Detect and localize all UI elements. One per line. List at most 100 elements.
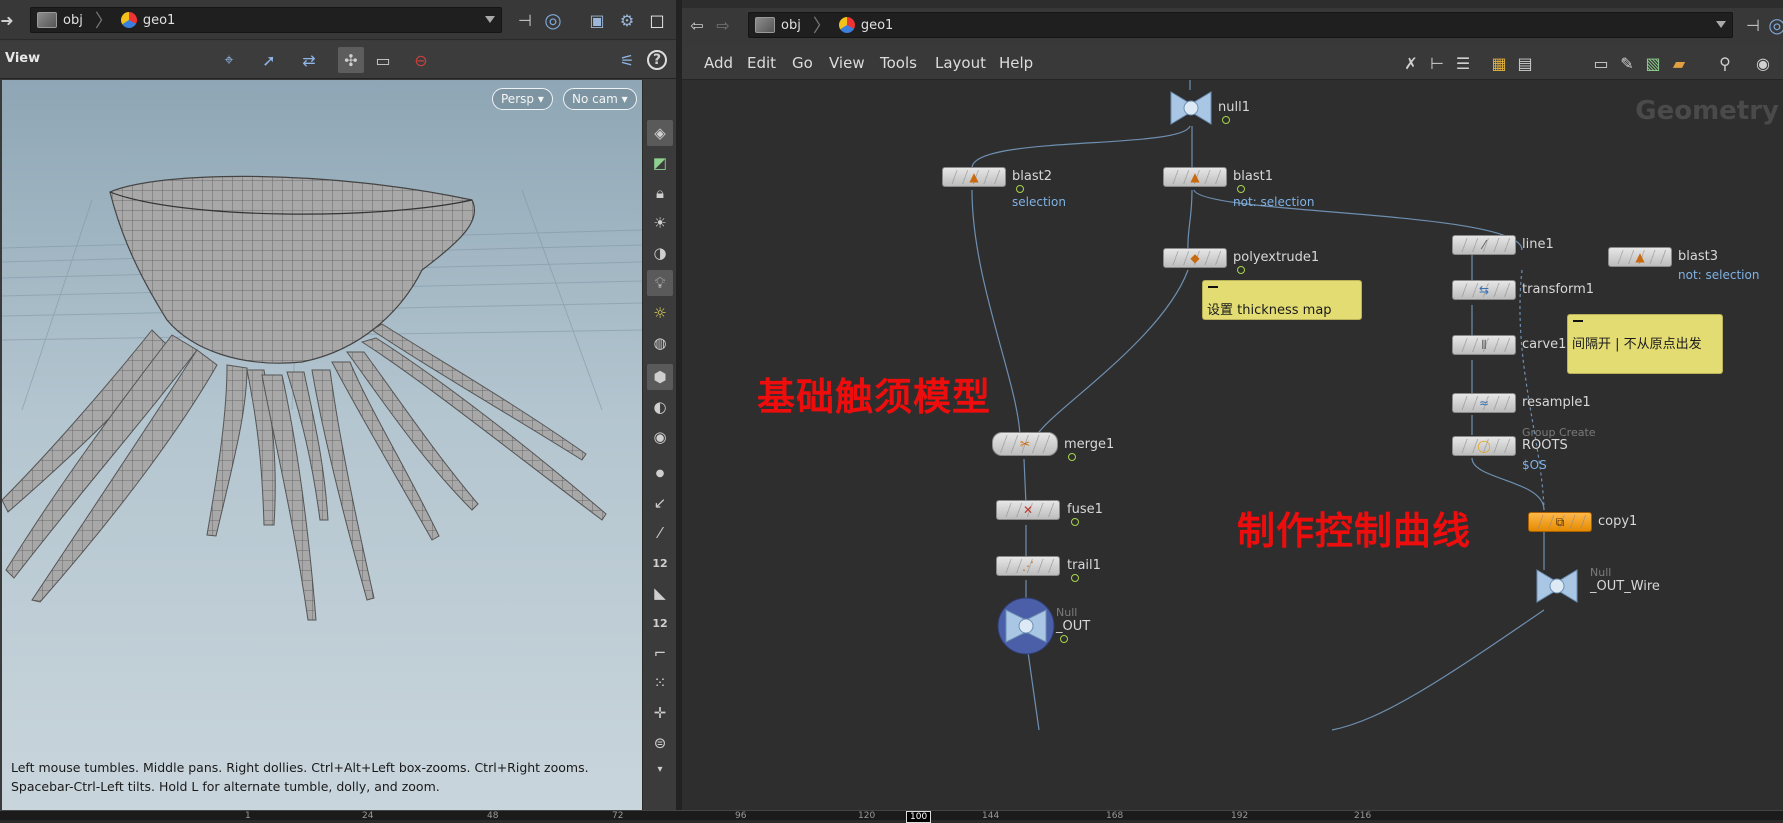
snap-points-icon[interactable]: ✛ [647, 700, 673, 726]
help-icon[interactable]: ? [647, 50, 667, 70]
menu-add[interactable]: Add [704, 54, 733, 72]
display-options-button-icon[interactable]: ⊜ [647, 730, 673, 756]
path-crumb-obj-label: obj [63, 12, 83, 28]
camera-mode-dropdown[interactable]: Persp ▾ [492, 88, 553, 110]
camera-view-icon[interactable]: ◉ [647, 424, 673, 450]
menu-layout[interactable]: Layout [935, 54, 986, 72]
find-icon[interactable]: ⚲ [1712, 50, 1738, 76]
network-box-icon[interactable]: ▭ [1588, 50, 1614, 76]
sticky-collapse-icon[interactable] [1573, 320, 1583, 322]
timeline-bar[interactable]: 1 24 48 72 96 120 100 144 168 192 216 [0, 810, 1783, 823]
no-entry-icon[interactable]: ⊖ [408, 47, 434, 73]
lock-icon[interactable]: 🔒︎ [647, 180, 673, 206]
subnet-icon[interactable]: ▰ [1666, 50, 1692, 76]
ghost-display-icon[interactable]: ◈ [647, 120, 673, 146]
move-tool-icon[interactable]: ➚ [256, 47, 282, 73]
maximize-pane-icon[interactable]: □ [644, 7, 670, 33]
node-blast3[interactable]: ▲ [1608, 247, 1672, 267]
display-eye-icon[interactable]: ◉ [1750, 50, 1776, 76]
tentacle-model-render [2, 175, 642, 621]
lighting-icon[interactable]: ☀ [647, 210, 673, 236]
point-display-icon[interactable]: ● [647, 460, 673, 486]
node-blast2[interactable]: ▲ [942, 167, 1006, 187]
pin-icon[interactable]: ⊣ [512, 7, 538, 33]
network-path-field[interactable]: obj 〉 geo1 [748, 12, 1733, 38]
net-crumb-obj[interactable]: obj [749, 13, 811, 37]
group-select-icon[interactable]: ✣ [338, 47, 364, 73]
node-carve1[interactable]: ⦀ [1452, 335, 1516, 355]
tree-view-icon[interactable]: ⊢ [1424, 50, 1450, 76]
node-polyextrude1[interactable]: ◆ [1163, 248, 1227, 268]
background-image-icon[interactable]: ▧ [1640, 50, 1666, 76]
normal-display-icon[interactable]: ↙ [647, 490, 673, 516]
menu-tools[interactable]: Tools [880, 54, 917, 72]
headlight-icon[interactable]: ◑ [647, 240, 673, 266]
path-crumb-geo-label: geo1 [142, 12, 176, 28]
display-options-icon[interactable]: ⚙ [614, 7, 640, 33]
sticky-collapse-icon[interactable] [1208, 286, 1218, 288]
shadows-icon[interactable]: ☼ [647, 300, 673, 326]
node-transform1-label: transform1 [1522, 282, 1595, 297]
color-palette-icon[interactable]: ▦ [1486, 50, 1512, 76]
primitive-display-icon[interactable]: ◣ [647, 580, 673, 606]
transform-handle-icon[interactable]: ⇄ [296, 47, 322, 73]
net-crumb-geo[interactable]: geo1 [833, 13, 903, 37]
menu-go[interactable]: Go [792, 54, 813, 72]
node-fuse1[interactable]: ✕ [996, 500, 1060, 520]
current-frame-indicator[interactable]: 100 [906, 811, 932, 823]
scene-path-field[interactable]: obj 〉 geo1 [30, 7, 502, 33]
menu-help[interactable]: Help [999, 54, 1033, 72]
node-roots[interactable]: ◯ [1452, 436, 1516, 456]
camera-dropdown[interactable]: No cam ▾ [563, 88, 637, 110]
annotation-control-curves: 制作控制曲线 [1237, 509, 1472, 553]
occlusion-icon[interactable]: ◍ [647, 330, 673, 356]
link-target-icon[interactable]: ◎ [540, 7, 566, 33]
node-copy1[interactable]: ⧉ [1528, 512, 1592, 532]
wrench-icon[interactable]: ✗ [1398, 50, 1424, 76]
net-path-dropdown-icon[interactable] [1716, 21, 1726, 28]
viewport-layout-icon[interactable]: ▣ [584, 7, 610, 33]
node-copy1-label: copy1 [1598, 514, 1638, 529]
viewport-settings-icon[interactable]: ⚟ [614, 47, 640, 73]
node-blast1[interactable]: ▲ [1163, 167, 1227, 187]
node-network-canvas[interactable]: Geometry null1 ▲ blast2 selection ▲ blas… [682, 80, 1783, 810]
scroll-down-icon[interactable]: ▾ [647, 756, 673, 782]
light-bulb-icon[interactable]: 💡︎ [647, 270, 673, 296]
vertex-display-icon[interactable]: ⁄ [647, 520, 673, 546]
uv-display-icon[interactable]: ⌐ [647, 640, 673, 666]
path-crumb-obj[interactable]: obj [31, 8, 93, 32]
snap-grid-icon[interactable]: ⁙ [647, 670, 673, 696]
menu-edit[interactable]: Edit [747, 54, 776, 72]
primitive-numbers-icon[interactable]: 12 [647, 610, 673, 636]
merge-icon: ✂ [1019, 437, 1031, 451]
trail-icon: ⋰ [1022, 559, 1034, 573]
node-transform1[interactable]: ⇆ [1452, 280, 1516, 300]
sticky-note-spacing[interactable]: 间隔开 | 不从原点出发 [1567, 314, 1723, 374]
display-flags-icon[interactable]: ▭ [370, 47, 396, 73]
node-merge1[interactable]: ✂ [992, 432, 1058, 456]
point-numbers-icon[interactable]: 12 [647, 550, 673, 576]
camera-mode-label: Persp [501, 92, 534, 106]
visibility-icon[interactable]: ◐ [647, 394, 673, 420]
forward-icon[interactable]: ⇨ [710, 12, 736, 38]
sticky-note-icon[interactable]: ✎ [1614, 50, 1640, 76]
shape-palette-icon[interactable]: ▤ [1512, 50, 1538, 76]
node-resample1[interactable]: ≈ [1452, 393, 1516, 413]
select-tool-icon[interactable]: ⌖ [216, 47, 242, 73]
net-link-icon[interactable]: ◎ [1764, 12, 1783, 38]
node-blast1-flag [1237, 185, 1245, 193]
3d-viewport[interactable]: Persp ▾ No cam ▾ Left mouse tumbles. Mid… [2, 80, 642, 810]
template-display-icon[interactable]: ◩ [647, 150, 673, 176]
path-dropdown-icon[interactable] [485, 16, 495, 23]
node-line1[interactable]: ⁄ [1452, 235, 1516, 255]
menu-view[interactable]: View [829, 54, 865, 72]
back-icon[interactable]: ⇦ [684, 12, 710, 38]
node-trail1[interactable]: ⋰ [996, 556, 1060, 576]
node-fuse1-flag [1071, 518, 1079, 526]
back-arrow-icon[interactable]: ➜ [0, 7, 14, 33]
sticky-note-thickness[interactable]: 设置 thickness map [1202, 280, 1362, 320]
list-view-icon[interactable]: ☰ [1450, 50, 1476, 76]
path-crumb-geo[interactable]: geo1 [115, 8, 185, 32]
shaded-mode-icon[interactable]: ⬢ [647, 364, 673, 390]
net-pin-icon[interactable]: ⊣ [1740, 12, 1766, 38]
